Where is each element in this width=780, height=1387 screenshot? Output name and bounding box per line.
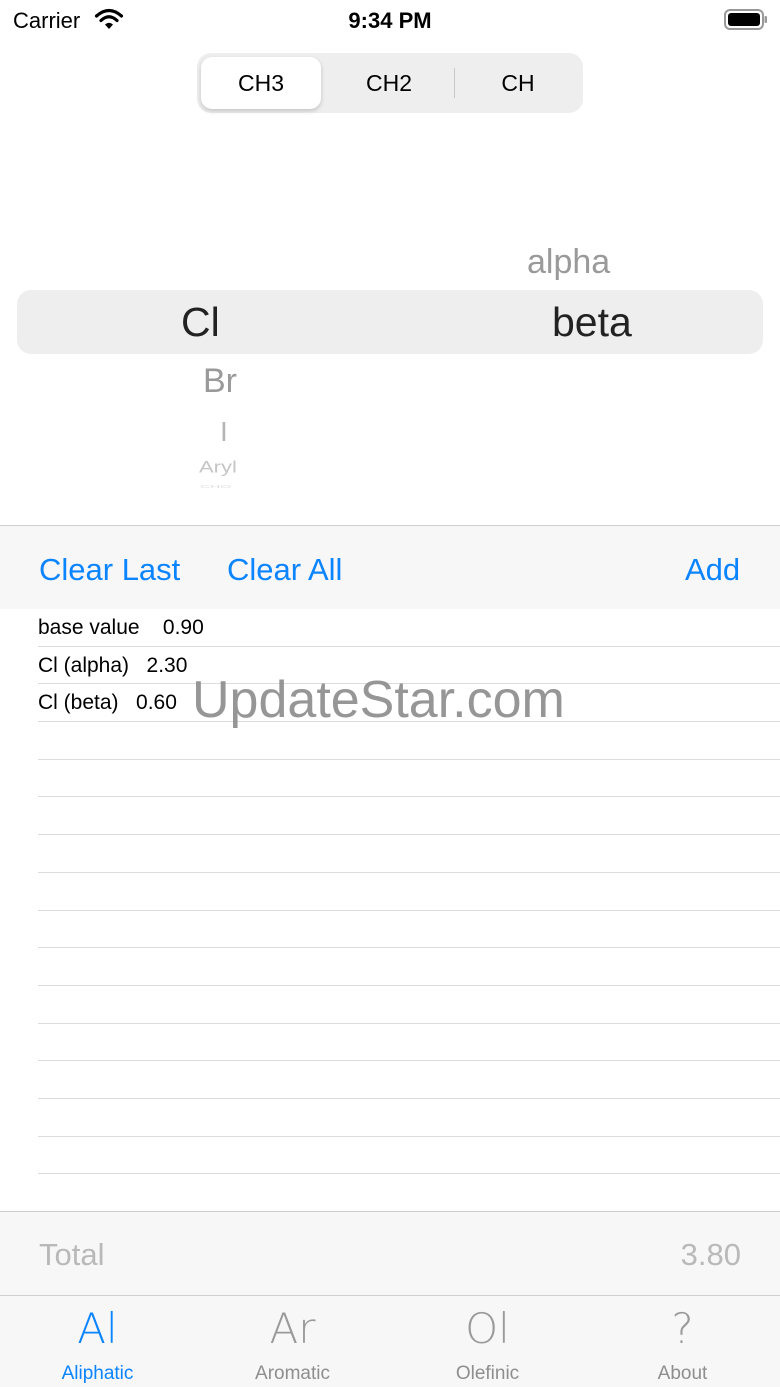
tab-bar: Al Aliphatic Ar Aromatic Ol Olefinic ? A… [0, 1295, 780, 1387]
tab-about[interactable]: ? About [585, 1296, 780, 1387]
tab-aliphatic[interactable]: Al Aliphatic [0, 1296, 195, 1387]
empty-list-row [38, 948, 780, 986]
watermark: UpdateStar.com [192, 671, 565, 729]
status-bar: Carrier 9:34 PM [0, 0, 780, 40]
empty-list-row [38, 1174, 780, 1212]
status-time: 9:34 PM [348, 8, 432, 33]
action-toolbar: Clear Last Clear All Add [0, 525, 780, 609]
aliphatic-icon: Al [77, 1304, 118, 1353]
empty-list-row [38, 1061, 780, 1099]
empty-list-row [38, 1024, 780, 1062]
segment-ch2[interactable]: CH2 [329, 57, 449, 109]
segment-ch3[interactable]: CH3 [201, 57, 321, 109]
empty-list-row [38, 760, 780, 798]
empty-list-row [38, 911, 780, 949]
tab-label: Aliphatic [61, 1363, 134, 1384]
battery-icon [724, 9, 767, 30]
picker-right-selected[interactable]: beta [552, 299, 632, 346]
picker-left-option[interactable]: I [220, 416, 228, 448]
empty-list-row [38, 797, 780, 836]
segment-ch[interactable]: CH [458, 57, 578, 109]
picker-left-option[interactable]: Aryl [199, 457, 237, 477]
picker-left-option[interactable]: CHO [200, 483, 231, 489]
picker-selection-highlight[interactable] [17, 290, 763, 354]
segment-divider [454, 68, 455, 98]
list-item[interactable]: base value 0.90 [38, 609, 780, 647]
empty-list-row [38, 835, 780, 873]
empty-list-row [38, 1137, 780, 1175]
empty-list-row [38, 986, 780, 1024]
clear-all-button[interactable]: Clear All [227, 552, 342, 588]
picker-left-option[interactable]: Br [203, 362, 237, 401]
clear-last-button[interactable]: Clear Last [39, 552, 180, 588]
aromatic-icon: Ar [269, 1304, 316, 1353]
question-mark-icon: ? [671, 1304, 694, 1353]
total-label: Total [39, 1237, 105, 1272]
tab-label: Aromatic [255, 1363, 330, 1384]
picker-right-option[interactable]: alpha [527, 243, 610, 282]
tab-label: Olefinic [455, 1363, 520, 1384]
empty-list-row [38, 873, 780, 911]
empty-list-row [38, 1099, 780, 1137]
tab-aromatic[interactable]: Ar Aromatic [195, 1296, 390, 1387]
carbon-type-segmented-control: CH3 CH2 CH [197, 53, 583, 113]
tab-label: About [657, 1363, 708, 1384]
total-bar: Total 3.80 [0, 1211, 780, 1295]
total-value: 3.80 [680, 1237, 741, 1272]
tab-olefinic[interactable]: Ol Olefinic [390, 1296, 585, 1387]
picker-left-selected[interactable]: Cl [181, 299, 220, 346]
add-button[interactable]: Add [685, 552, 740, 588]
olefinic-icon: Ol [465, 1304, 510, 1353]
